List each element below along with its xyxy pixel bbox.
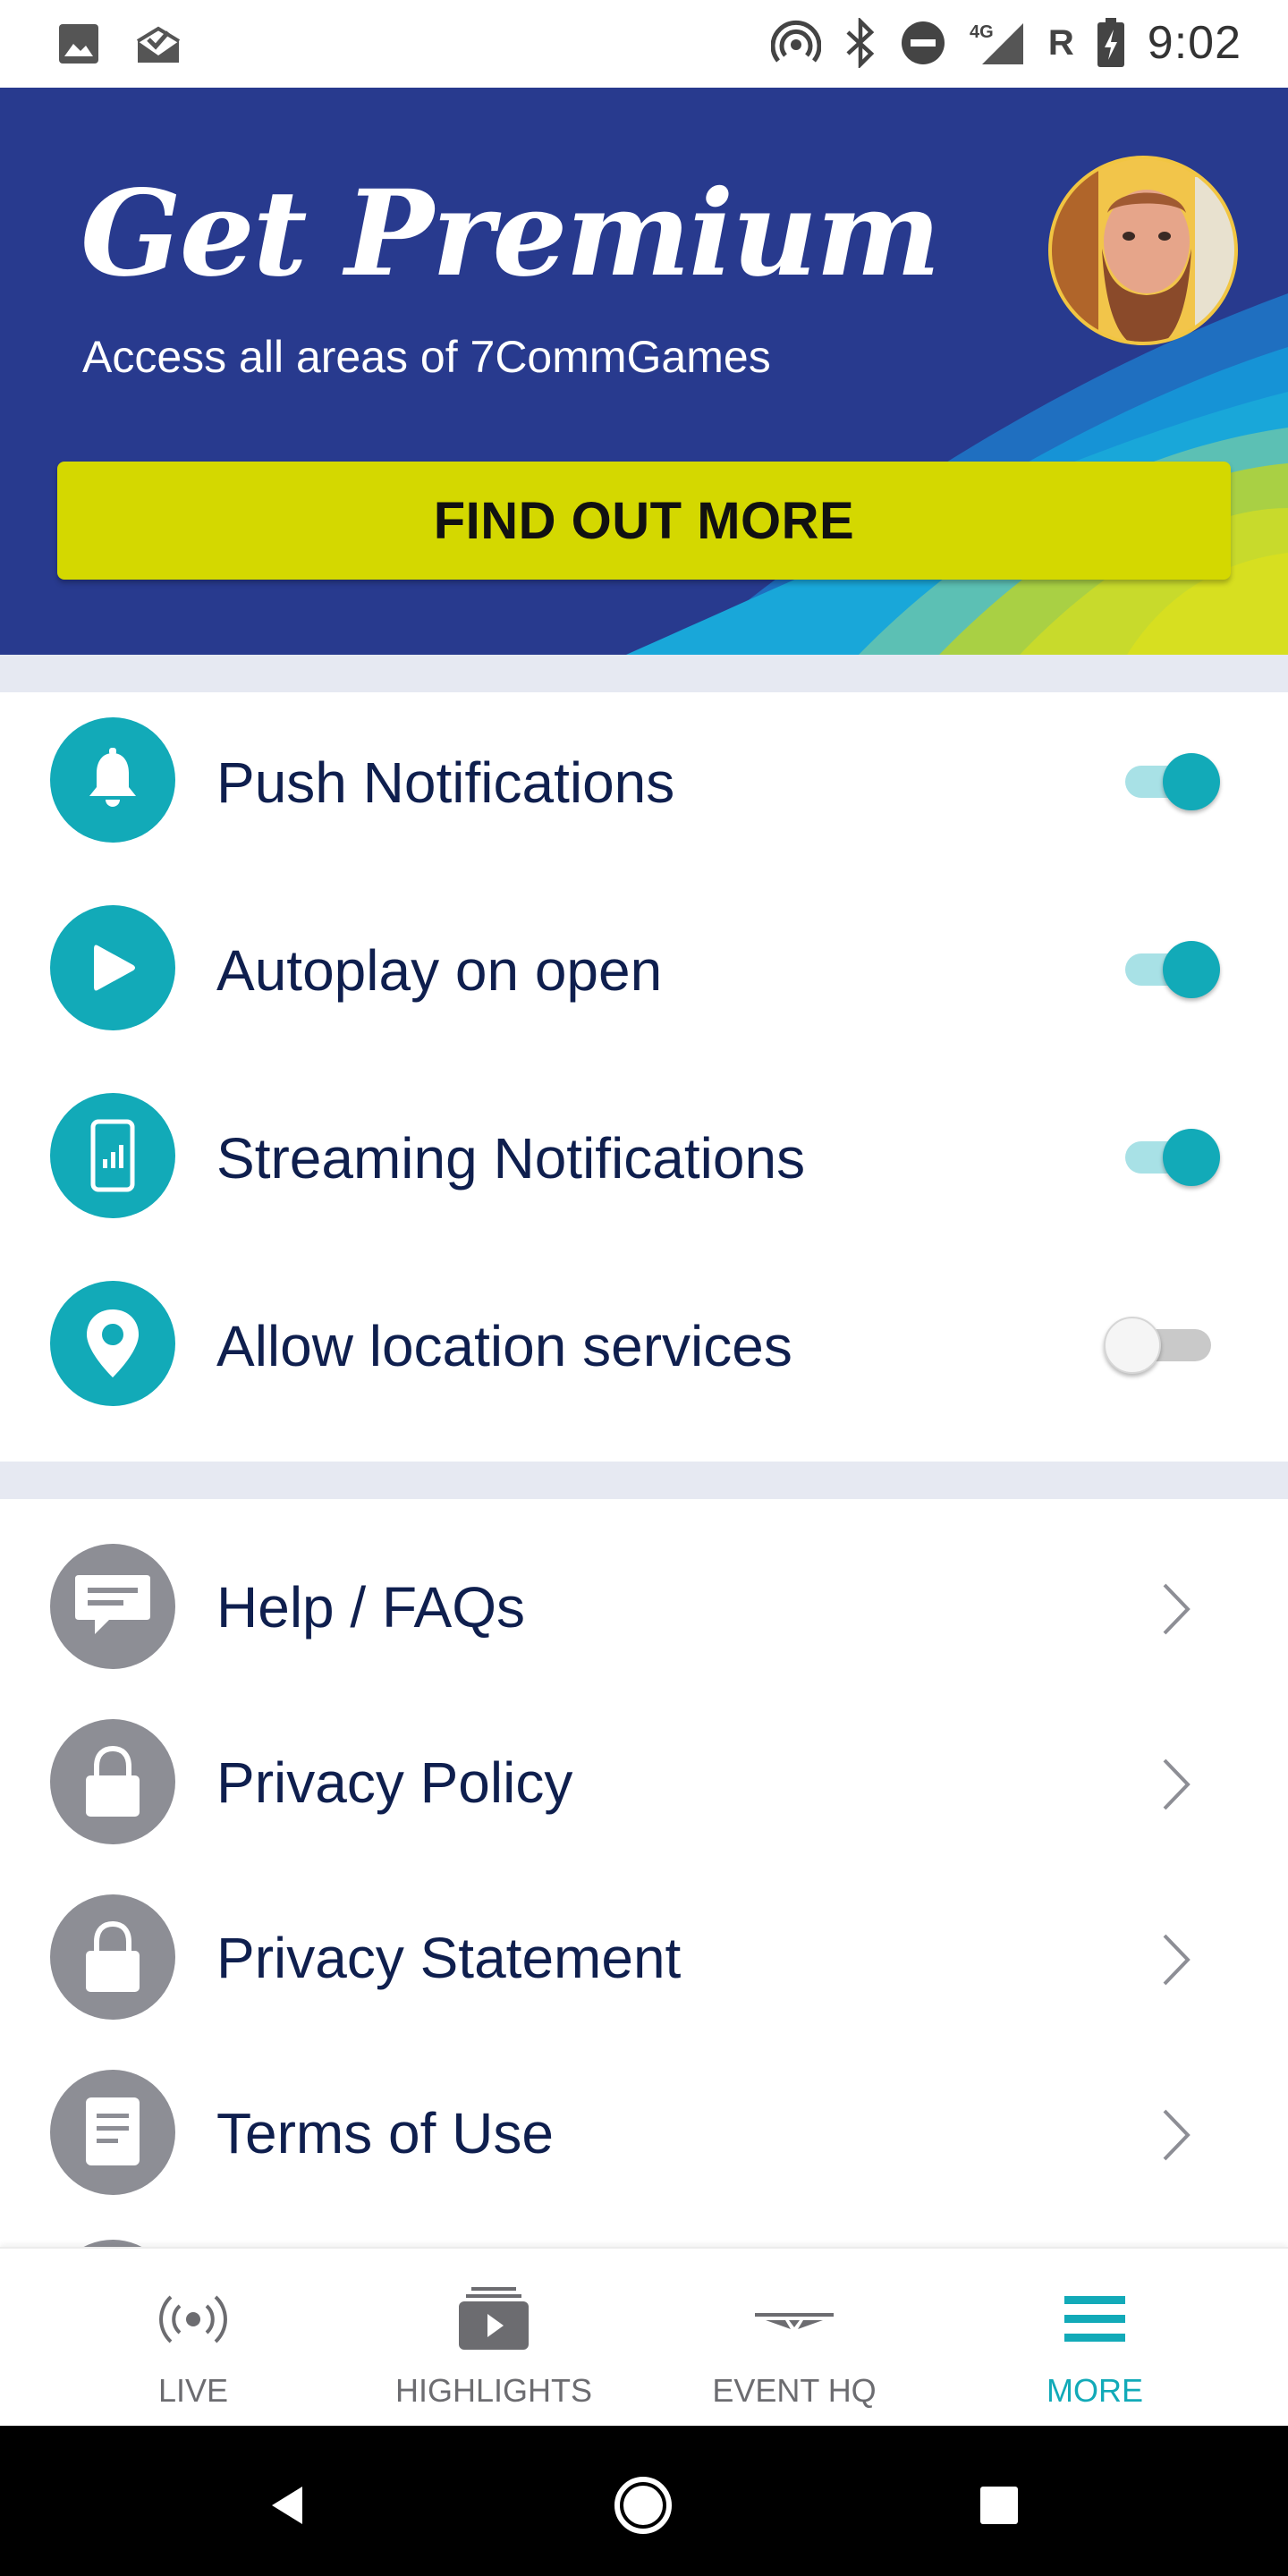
banner-title: Get Premium	[80, 165, 941, 303]
link-label: Terms of Use	[216, 2101, 554, 2165]
premium-banner: Get Premium Access all areas of 7CommGam…	[0, 88, 1288, 655]
bell-icon	[50, 717, 175, 843]
nav-item-highlights[interactable]: HIGHLIGHTS	[343, 2249, 644, 2428]
network-type-label: 4G	[970, 22, 994, 42]
streaming-notifications-toggle[interactable]	[1122, 1118, 1220, 1190]
nav-label: EVENT HQ	[712, 2372, 877, 2409]
avatar-photo	[1052, 159, 1234, 342]
roaming-label: R	[1047, 22, 1074, 63]
battery-charging-icon	[1096, 17, 1126, 69]
chat-bubble-icon	[50, 1544, 175, 1669]
chevron-right-icon	[1163, 1758, 1191, 1810]
signal-4g-icon: 4G	[968, 18, 1027, 68]
nav-label: MORE	[1046, 2372, 1143, 2409]
home-icon[interactable]	[612, 2474, 674, 2537]
link-row-privacy-policy[interactable]: Privacy Policy	[0, 1696, 1288, 1871]
status-time: 9:02	[1147, 17, 1241, 69]
video-stack-icon	[453, 2279, 534, 2360]
bottom-navigation: LIVE HIGHLIGHTS EVENT HQ MORE	[0, 2247, 1288, 2426]
link-label: Privacy Policy	[216, 1750, 573, 1815]
event-logo-icon	[750, 2279, 839, 2360]
lock-icon	[50, 1894, 175, 2020]
bluetooth-icon	[843, 18, 878, 68]
menu-icon	[1061, 2279, 1129, 2360]
link-row-privacy-statement[interactable]: Privacy Statement	[0, 1871, 1288, 2046]
status-bar: 4G R 9:02	[0, 0, 1288, 88]
status-bar-right: 4G R 9:02	[770, 16, 1241, 70]
system-navigation-bar	[0, 2426, 1288, 2576]
play-icon	[50, 905, 175, 1030]
chevron-right-icon	[1163, 2109, 1191, 2161]
back-icon[interactable]	[256, 2474, 318, 2537]
nav-item-more[interactable]: MORE	[945, 2249, 1245, 2428]
link-row-terms-of-use[interactable]: Terms of Use	[0, 2046, 1288, 2222]
nav-label: HIGHLIGHTS	[394, 2372, 593, 2409]
nav-item-live[interactable]: LIVE	[43, 2249, 343, 2428]
find-out-more-button[interactable]: FIND OUT MORE	[57, 462, 1231, 580]
status-bar-left	[57, 21, 182, 66]
chevron-right-icon	[1163, 1934, 1191, 1986]
link-label: Help / FAQs	[216, 1575, 525, 1640]
setting-label: Allow location services	[216, 1314, 792, 1378]
recents-icon[interactable]	[968, 2474, 1030, 2537]
location-pin-icon	[50, 1281, 175, 1406]
link-row-help-faqs[interactable]: Help / FAQs	[0, 1521, 1288, 1696]
phone-signal-icon	[50, 1093, 175, 1218]
push-notifications-toggle[interactable]	[1122, 742, 1220, 814]
location-services-toggle[interactable]	[1104, 1306, 1220, 1377]
setting-label: Autoplay on open	[216, 938, 663, 1003]
document-icon	[50, 2070, 175, 2195]
nav-label: LIVE	[157, 2372, 229, 2409]
section-divider	[0, 655, 1288, 692]
setting-row-location-services[interactable]: Allow location services	[0, 1256, 1288, 1435]
banner-subtitle: Access all areas of 7CommGames	[82, 332, 771, 382]
mail-check-icon	[134, 21, 182, 66]
section-divider	[0, 1462, 1288, 1499]
setting-row-push-notifications[interactable]: Push Notifications	[0, 692, 1288, 871]
hotspot-icon	[770, 18, 821, 68]
chevron-right-icon	[1163, 1583, 1191, 1635]
setting-label: Push Notifications	[216, 750, 675, 815]
do-not-disturb-icon	[900, 20, 946, 66]
avatar[interactable]	[1048, 156, 1238, 345]
autoplay-toggle[interactable]	[1122, 930, 1220, 1002]
setting-row-autoplay[interactable]: Autoplay on open	[0, 880, 1288, 1059]
image-icon	[57, 22, 100, 65]
broadcast-icon	[153, 2279, 233, 2360]
setting-label: Streaming Notifications	[216, 1126, 806, 1191]
setting-row-streaming-notifications[interactable]: Streaming Notifications	[0, 1068, 1288, 1247]
link-label: Privacy Statement	[216, 1926, 682, 1990]
lock-icon	[50, 1719, 175, 1844]
nav-item-event-hq[interactable]: EVENT HQ	[644, 2249, 945, 2428]
